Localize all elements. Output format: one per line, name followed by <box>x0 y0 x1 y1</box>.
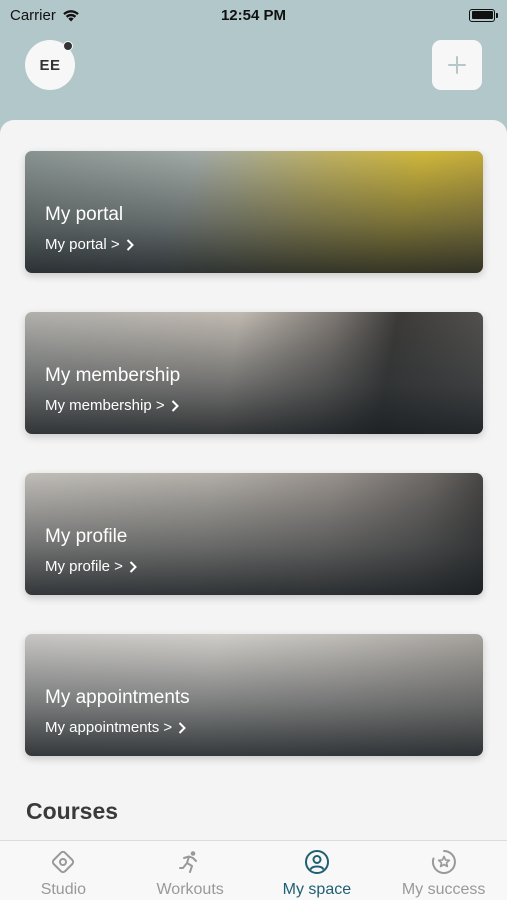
card-my-portal[interactable]: My portal My portal > <box>25 151 483 273</box>
wifi-icon <box>63 9 79 21</box>
tab-studio[interactable]: Studio <box>0 841 127 900</box>
chevron-right-icon <box>126 238 134 251</box>
card-title: My membership <box>45 365 181 386</box>
plus-icon <box>448 56 466 74</box>
studio-icon <box>52 850 75 874</box>
chevron-right-icon <box>129 560 137 573</box>
running-figure-icon <box>179 851 198 873</box>
tab-label: My space <box>282 881 352 898</box>
carrier-label: Carrier <box>10 6 56 24</box>
content-sheet: My portal My portal > My membership My m… <box>0 120 507 845</box>
card-link[interactable]: My portal > <box>45 236 134 253</box>
add-button[interactable] <box>432 40 482 90</box>
status-left: Carrier <box>10 7 80 24</box>
star-badge-icon <box>431 850 456 874</box>
tab-bar: Studio Workouts My space My success <box>0 840 507 900</box>
battery-icon <box>469 8 498 22</box>
card-my-profile[interactable]: My profile My profile > <box>25 473 483 595</box>
tab-my-success[interactable]: My success <box>380 841 507 900</box>
card-my-appointments[interactable]: My appointments My appointments > <box>25 634 483 756</box>
chevron-right-icon <box>178 721 187 734</box>
card-title: My profile <box>45 526 128 547</box>
card-title: My portal <box>45 204 124 225</box>
tab-my-space[interactable]: My space <box>254 841 381 900</box>
tab-label: Studio <box>40 881 87 898</box>
card-link[interactable]: My appointments > <box>45 719 190 736</box>
card-my-membership[interactable]: My membership My membership > <box>25 312 483 434</box>
user-circle-icon <box>304 850 329 874</box>
avatar[interactable]: EE <box>25 40 75 90</box>
card-link[interactable]: My profile > <box>45 558 137 575</box>
notification-dot <box>63 41 73 51</box>
chevron-right-icon <box>171 399 179 412</box>
tab-workouts[interactable]: Workouts <box>127 841 254 900</box>
status-bar: Carrier 12:54 PM <box>0 0 507 30</box>
tab-label: Workouts <box>156 881 224 898</box>
tab-label: My success <box>401 881 486 898</box>
card-title: My appointments <box>45 687 190 708</box>
avatar-initials: EE <box>39 56 61 74</box>
courses-section-title: Courses <box>26 798 119 824</box>
card-link[interactable]: My membership > <box>45 397 180 414</box>
header: EE <box>0 30 507 120</box>
